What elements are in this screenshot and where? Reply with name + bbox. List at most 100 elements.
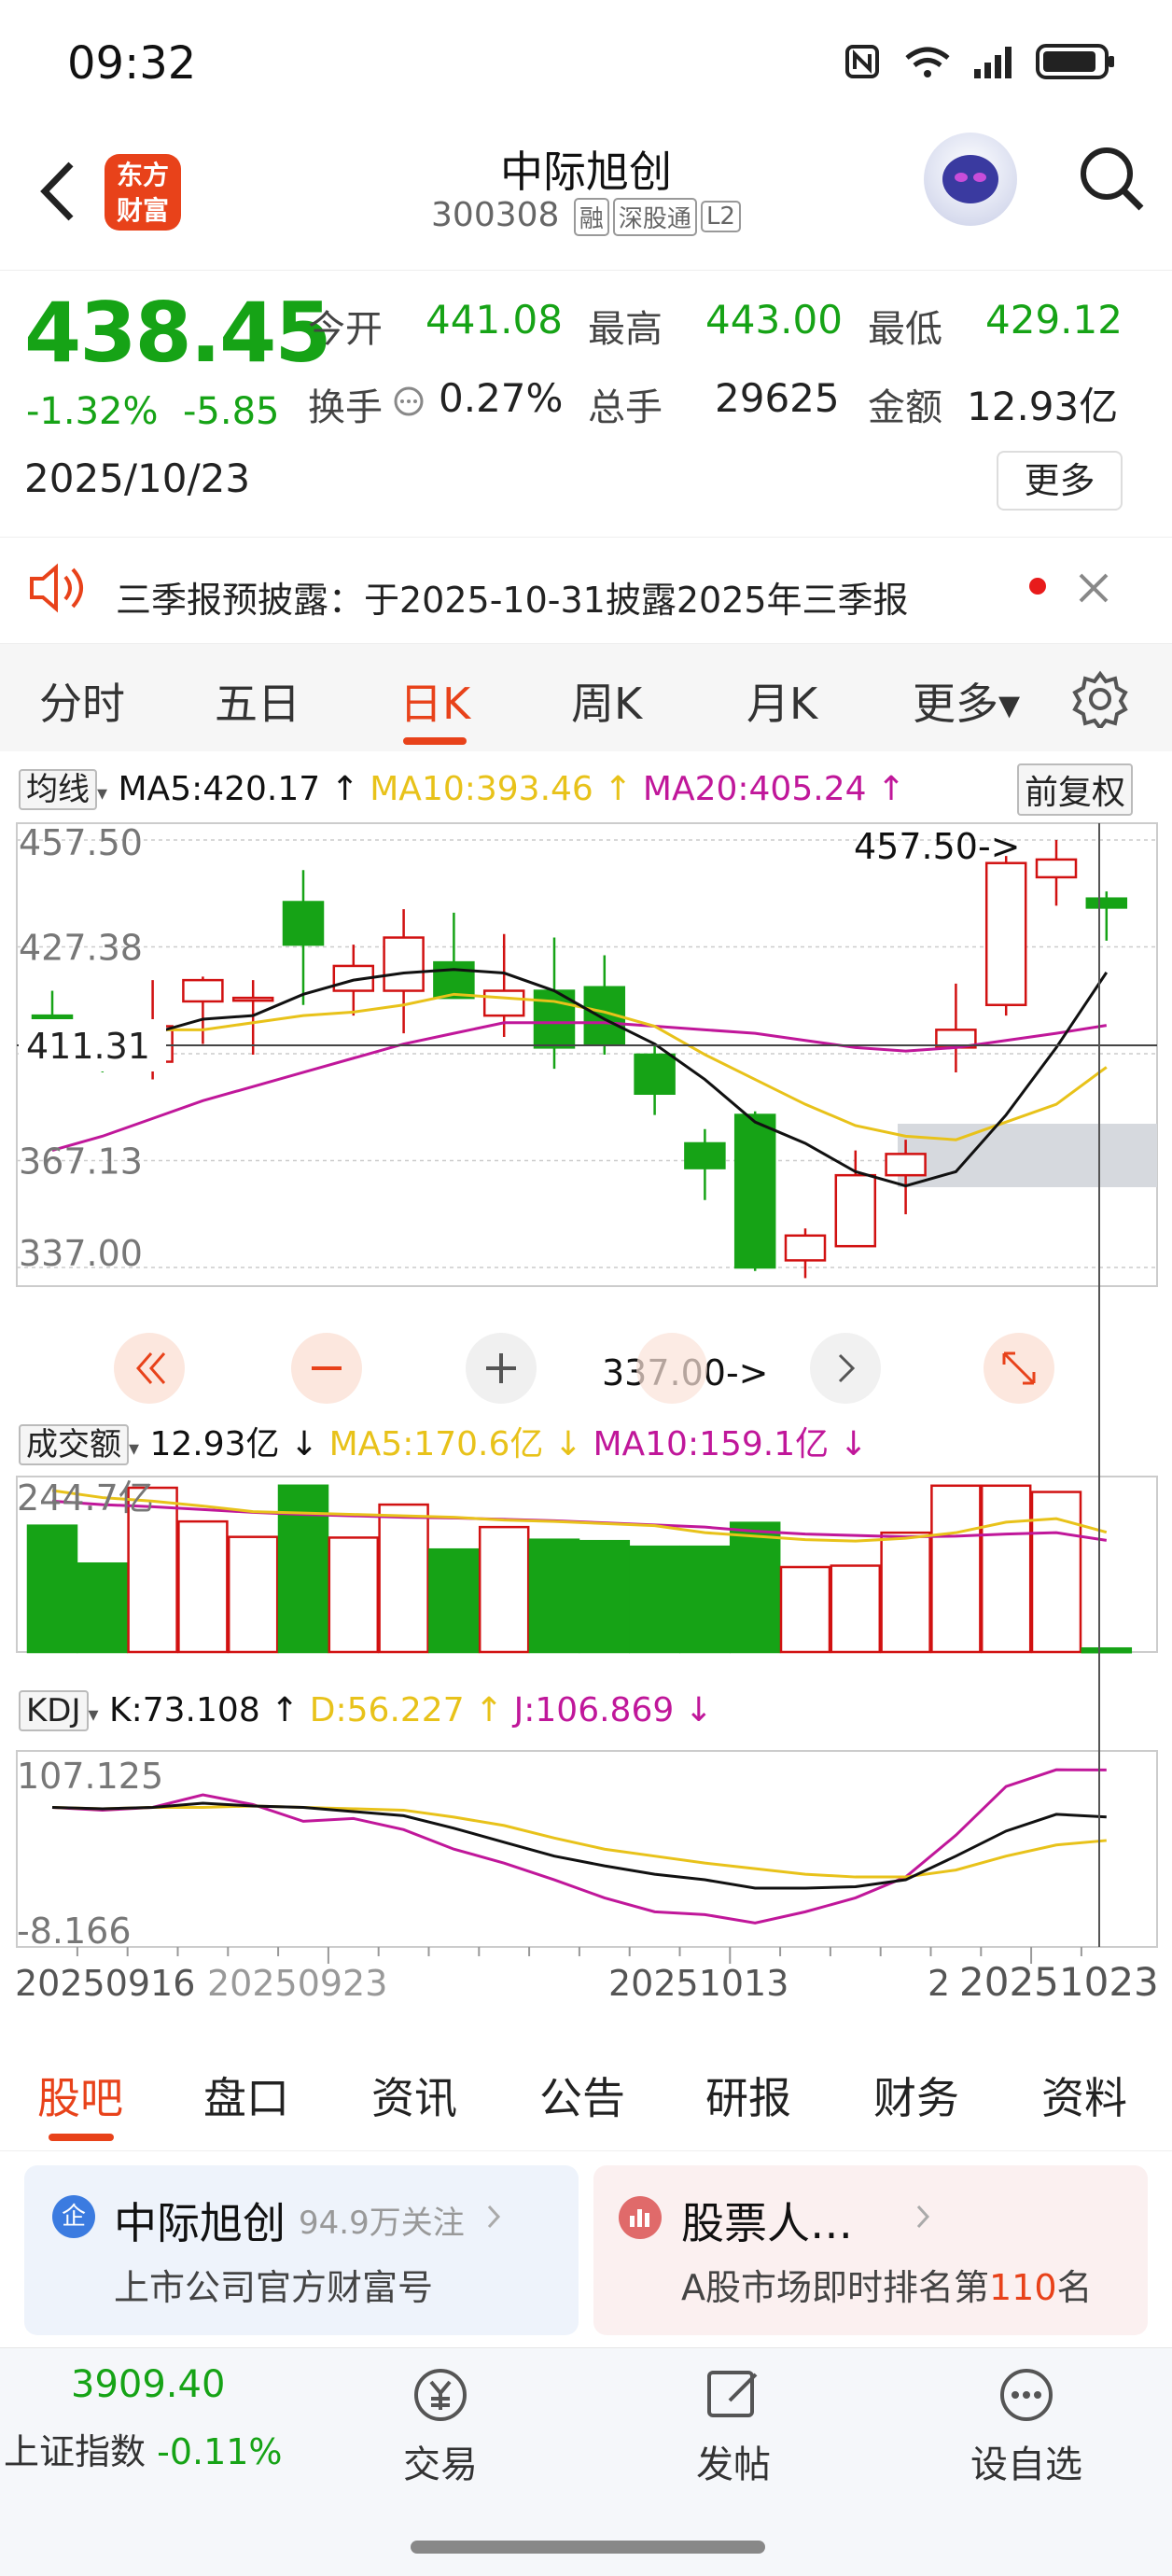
adjust-button[interactable]: 前复权: [1017, 763, 1134, 816]
candle-body: [784, 1234, 827, 1262]
more-quote-button[interactable]: 更多: [997, 451, 1123, 511]
volume-bar: [980, 1484, 1032, 1654]
prev-button[interactable]: [636, 1333, 707, 1404]
low-value: 429.12: [985, 297, 1123, 343]
date-axis-ticks: [76, 1947, 1082, 1964]
tab-finance[interactable]: 财务: [873, 2065, 959, 2126]
status-icons: [844, 42, 1116, 81]
ranking-chart-icon: [619, 2196, 662, 2239]
gear-icon[interactable]: [1071, 670, 1129, 728]
open-value: 441.08: [426, 297, 563, 343]
company-icon: 企: [52, 2195, 95, 2238]
k-line-chart[interactable]: 457.50427.38397.25367.13337.00 411.31 45…: [0, 812, 1172, 2044]
candle-body: [684, 1141, 726, 1169]
index-name: 上证指数: [4, 2431, 146, 2472]
volume-bar: [328, 1536, 380, 1654]
max-price-label: 457.50->: [854, 826, 1021, 867]
tab-more[interactable]: 更多▾: [913, 670, 1020, 732]
change-amount: -5.85: [183, 390, 280, 433]
tag-margin[interactable]: 融: [573, 197, 609, 236]
low-label: 最低: [868, 308, 942, 351]
chevron-right-icon: [487, 2205, 501, 2229]
change-percent: -1.32%: [26, 390, 159, 433]
ma10-line: [52, 992, 1108, 1141]
price-tick-label: 457.50: [19, 822, 143, 863]
scroll-left-button[interactable]: [114, 1333, 185, 1404]
candles: [31, 840, 1128, 1279]
post-button[interactable]: 发帖: [659, 2361, 808, 2488]
price-tick-label: 337.00: [19, 1233, 143, 1274]
price-tick-label: 367.13: [19, 1141, 143, 1182]
volume-value: 29625: [715, 375, 840, 421]
volume-bar: [378, 1503, 429, 1654]
tab-five-day[interactable]: 五日: [215, 670, 300, 732]
volume-bar: [277, 1484, 329, 1654]
ma5-value: MA5:420.17 ↑: [118, 770, 359, 808]
tag-connect[interactable]: 深股通: [612, 197, 697, 236]
post-label: 发帖: [696, 2443, 771, 2486]
tab-profile[interactable]: 资料: [1041, 2065, 1127, 2126]
quote-date: 2025/10/23: [24, 455, 251, 501]
ma-selector[interactable]: 均线: [19, 769, 97, 810]
tab-research[interactable]: 研报: [705, 2065, 791, 2126]
amount-label: 金额: [868, 386, 942, 429]
notice-text: 三季报预披露：于2025-10-31披露2025年三季报: [116, 580, 909, 621]
candle-body: [282, 901, 325, 946]
candle-body: [885, 1153, 927, 1177]
tab-weekly-k[interactable]: 周K: [571, 670, 642, 732]
turnover-label: 换手: [308, 386, 383, 429]
trade-label: 交易: [403, 2443, 478, 2486]
candle-body: [383, 936, 425, 992]
active-info-tab-indicator: [49, 2134, 114, 2141]
candle-body: [231, 996, 274, 1002]
unread-dot-icon: [1029, 578, 1046, 595]
close-icon[interactable]: [1075, 569, 1112, 607]
zoom-controls[interactable]: [114, 1333, 1054, 1404]
next-button[interactable]: [810, 1333, 881, 1404]
trade-icon: [414, 2369, 467, 2421]
chevron-right-icon: [916, 2205, 930, 2229]
high-label: 最高: [588, 308, 663, 351]
candle-body: [433, 960, 475, 1000]
ranking-card-title: 股票人…: [681, 2198, 853, 2248]
high-value: 443.00: [705, 297, 843, 343]
candle-body: [1085, 897, 1128, 909]
volume-bar: [679, 1545, 731, 1654]
tag-l2[interactable]: L2: [700, 201, 741, 232]
trade-button[interactable]: 交易: [366, 2361, 515, 2488]
kdj-lines: [51, 1768, 1107, 1925]
tab-order-book[interactable]: 盘口: [203, 2065, 289, 2126]
index-name-line[interactable]: 上证指数 -0.11%: [4, 2423, 283, 2474]
active-tab-indicator: [403, 737, 467, 745]
ranking-subtitle: A股市场即时排名第110名: [681, 2259, 1093, 2310]
wifi-icon: [905, 47, 950, 77]
info-dots-icon[interactable]: [392, 385, 429, 422]
index-change: -0.11%: [157, 2431, 283, 2472]
tab-forum[interactable]: 股吧: [37, 2065, 123, 2126]
company-account-title: 中际旭创: [114, 2198, 286, 2248]
company-account-subtitle: 上市公司官方财富号: [114, 2267, 434, 2308]
home-indicator[interactable]: [411, 2541, 765, 2554]
stock-code: 300308: [431, 196, 560, 234]
volume-bars: [26, 1484, 1133, 1654]
tab-announcements[interactable]: 公告: [539, 2065, 625, 2126]
current-price: 438.45: [24, 285, 332, 381]
candle-body: [984, 861, 1027, 1006]
tab-news[interactable]: 资讯: [371, 2065, 457, 2126]
date-label: 20250923: [207, 1963, 387, 2004]
kdj-bottom-label: -8.166: [17, 1911, 132, 1952]
tab-monthly-k[interactable]: 月K: [746, 670, 817, 732]
add-watchlist-button[interactable]: 设自选: [952, 2361, 1101, 2488]
amount-value: 12.93亿: [967, 384, 1119, 429]
date-label: 20251023: [959, 1959, 1159, 2005]
kdj-panel-frame: [16, 1750, 1158, 1948]
signal-icon: [974, 47, 1012, 78]
tab-daily-k[interactable]: 日K: [399, 670, 470, 732]
robot-icon: [942, 155, 998, 203]
search-icon[interactable]: [1073, 140, 1148, 215]
battery-icon: [1036, 44, 1114, 79]
index-value[interactable]: 3909.40: [71, 2363, 225, 2406]
volume-bar: [177, 1519, 229, 1654]
assistant-robot-avatar[interactable]: [924, 133, 1017, 226]
tab-intraday[interactable]: 分时: [39, 670, 125, 732]
